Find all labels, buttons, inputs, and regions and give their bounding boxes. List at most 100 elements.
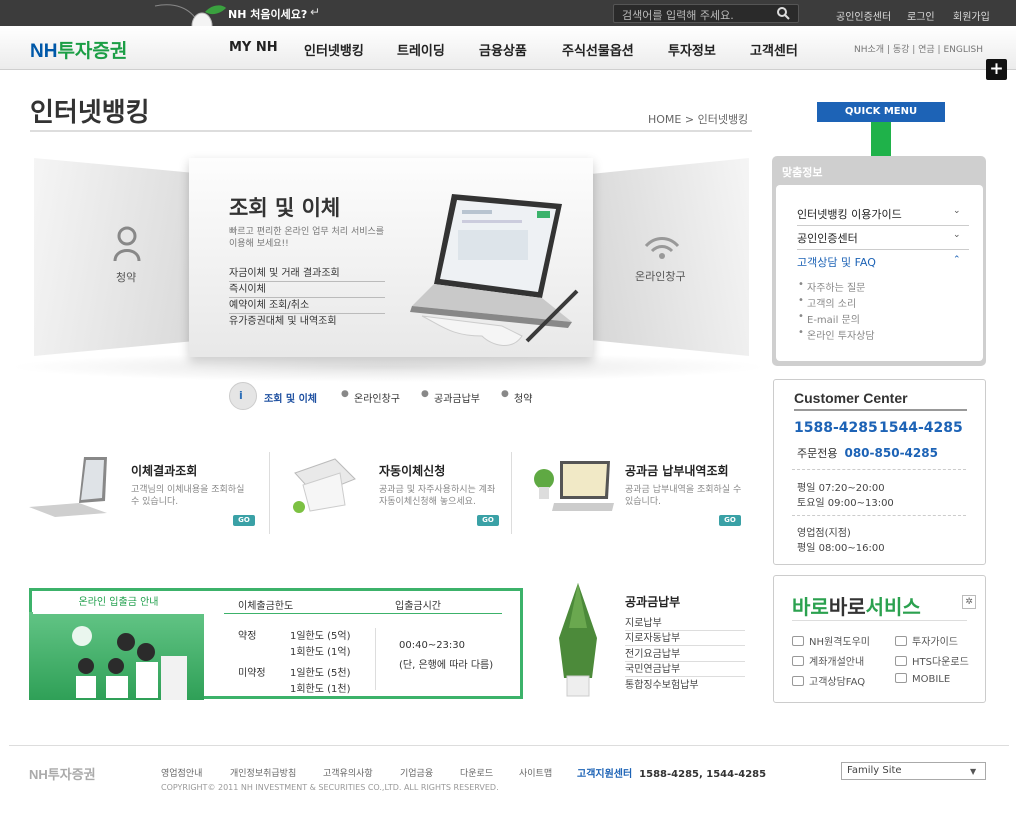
tax-link-insurance[interactable]: 통합징수보험납부 (625, 675, 745, 692)
bullet: • (798, 311, 804, 322)
order-label: 주문전용 (797, 447, 838, 460)
footer-link[interactable]: 기업금융 (400, 766, 433, 779)
sidebar-item-faq[interactable]: 고객상담 및 FAQ (797, 251, 969, 273)
footer-logo: NH투자증권 (29, 767, 96, 782)
tab-online-counter[interactable]: 온라인창구 (354, 390, 400, 405)
first-visit-link[interactable]: NH 처음이세요? (228, 6, 307, 22)
footer-link[interactable]: 사이트맵 (519, 766, 552, 779)
service-link[interactable]: MOBILE (895, 673, 950, 685)
logo-part: 바로 (828, 595, 866, 619)
expand-plus-icon[interactable]: + (986, 59, 1007, 80)
hero-left-label[interactable]: 청약 (116, 269, 136, 285)
dashed-divider (792, 469, 966, 470)
customer-center-line (794, 409, 967, 411)
customer-center-title: Customer Center (794, 390, 908, 406)
limit-header-time: 입출금시간 (395, 601, 441, 612)
limit-type: 미약정 (238, 668, 266, 679)
service-link[interactable]: 계좌개설안내 (792, 653, 864, 668)
return-arrow-icon: ↵ (310, 5, 321, 19)
sidebar-sub-voice[interactable]: 고객의 소리 (807, 295, 856, 310)
person-icon (113, 226, 141, 262)
nav-trading[interactable]: 트레이딩 (397, 40, 445, 59)
support-label: 고객지원센터 (577, 769, 633, 780)
divider (792, 620, 967, 621)
login-link[interactable]: 로그인 (907, 8, 935, 23)
search-input[interactable]: 검색어를 입력해 주세요. (613, 4, 799, 23)
divider (269, 452, 270, 534)
quick-menu-button[interactable]: QUICK MENU (817, 102, 945, 122)
nh-logo[interactable]: NH투자증권 (30, 36, 127, 63)
service-link-label: 계좌개설안내 (809, 657, 865, 668)
limit-divider (375, 628, 376, 690)
family-site-select[interactable]: Family Site (841, 762, 986, 780)
chevron-up-icon[interactable]: ⌃ (953, 255, 961, 265)
bullet: • (798, 295, 804, 306)
hero-link-securities[interactable]: 유가증권대체 및 내역조회 (229, 310, 385, 329)
chevron-down-icon[interactable]: ⌄ (953, 230, 961, 240)
limit-time-note: (단, 은행에 따라 다름) (399, 660, 494, 671)
nav-stock-futures-options[interactable]: 주식선물옵션 (562, 40, 634, 59)
footer-support-center: 고객지원센터 1588-4285, 1544-4285 (577, 765, 766, 780)
logo-text: 투자증권 (57, 41, 128, 62)
nav-internet-banking[interactable]: 인터넷뱅킹 (304, 40, 364, 59)
nav-customer-center[interactable]: 고객센터 (750, 40, 798, 59)
search-icon[interactable] (776, 6, 790, 20)
sidebar-sub-consult[interactable]: 온라인 투자상담 (807, 327, 875, 342)
sidebar-item-guide[interactable]: 인터넷뱅킹 이용가이드 (797, 203, 969, 226)
nav-investment-info[interactable]: 투자정보 (668, 40, 716, 59)
title-divider (30, 130, 752, 132)
nav-my-nh[interactable]: MY NH (229, 40, 278, 55)
service-link[interactable]: HTS다운로드 (895, 653, 969, 668)
signup-link[interactable]: 회원가입 (953, 8, 990, 23)
nav-financial-products[interactable]: 금융상품 (479, 40, 527, 59)
service-title[interactable]: 자동이체신청 (379, 462, 445, 479)
tab-subscription[interactable]: 청약 (514, 390, 532, 405)
chevron-down-icon[interactable]: ⌄ (953, 206, 961, 216)
limit-box-tab: 온라인 입출금 안내 (33, 591, 204, 614)
download-icon (895, 656, 907, 666)
bullet: • (798, 279, 804, 290)
service-title[interactable]: 공과금 납부내역조회 (625, 462, 729, 479)
branch-label: 영업점(지점) (797, 528, 851, 539)
tab-inquiry-transfer[interactable]: 조회 및 이체 (264, 390, 317, 405)
logo-nh: NH (30, 41, 58, 62)
service-link-label: 투자가이드 (912, 637, 958, 648)
sidebar-item-cert[interactable]: 공인인증센터 (797, 227, 969, 250)
account-icon (792, 656, 804, 666)
bullet-icon: ● (501, 389, 509, 399)
limit-type: 약정 (238, 631, 257, 642)
go-button[interactable]: GO (233, 515, 255, 526)
sidebar-sub-email[interactable]: E-mail 문의 (807, 311, 860, 326)
hero-title: 조회 및 이체 (229, 196, 341, 220)
tab-public-charges[interactable]: 공과금납부 (434, 390, 480, 405)
plant-illustration (559, 583, 597, 697)
limit-time: 00:40~23:30 (399, 640, 466, 651)
wifi-icon (644, 237, 680, 259)
copyright: COPYRIGHT© 2011 NH INVESTMENT & SECURITI… (161, 783, 499, 792)
baro-service-logo: 바로바로서비스 (792, 591, 921, 620)
service-link-label: NH원격도우미 (809, 637, 870, 648)
service-link[interactable]: 투자가이드 (895, 633, 958, 648)
service-link[interactable]: 고객상담FAQ (792, 673, 865, 688)
dropdown-arrow-icon[interactable]: ▼ (970, 767, 976, 776)
go-button[interactable]: GO (477, 515, 499, 526)
service-link[interactable]: NH원격도우미 (792, 633, 870, 648)
service-title[interactable]: 이체결과조회 (131, 462, 197, 479)
go-button[interactable]: GO (719, 515, 741, 526)
footer-link[interactable]: 다운로드 (460, 766, 493, 779)
service-description: 공과금 납부내역을 조회하실 수 있습니다. (625, 485, 742, 507)
weekday-hours: 평일 07:20~20:00 (797, 483, 885, 494)
breadcrumb[interactable]: HOME > 인터넷뱅킹 (648, 111, 748, 127)
utility-links[interactable]: NH소개 | 동강 | 연금 | ENGLISH (854, 42, 983, 55)
footer-link[interactable]: 고객유의사항 (323, 766, 373, 779)
saturday-hours: 토요일 09:00~13:00 (797, 498, 894, 509)
cert-center-link[interactable]: 공인인증센터 (836, 8, 891, 23)
footer-link[interactable]: 영업점안내 (161, 766, 202, 779)
hero-right-label[interactable]: 온라인창구 (635, 268, 686, 284)
info-circle-icon (229, 382, 257, 410)
sidebar-sub-faq[interactable]: 자주하는 질문 (807, 279, 865, 294)
branch-hours: 평일 08:00~16:00 (797, 543, 885, 554)
footer-link[interactable]: 개인정보취급방침 (230, 766, 296, 779)
page-title: 인터넷뱅킹 (30, 98, 150, 128)
gear-icon[interactable]: ✲ (962, 595, 976, 609)
